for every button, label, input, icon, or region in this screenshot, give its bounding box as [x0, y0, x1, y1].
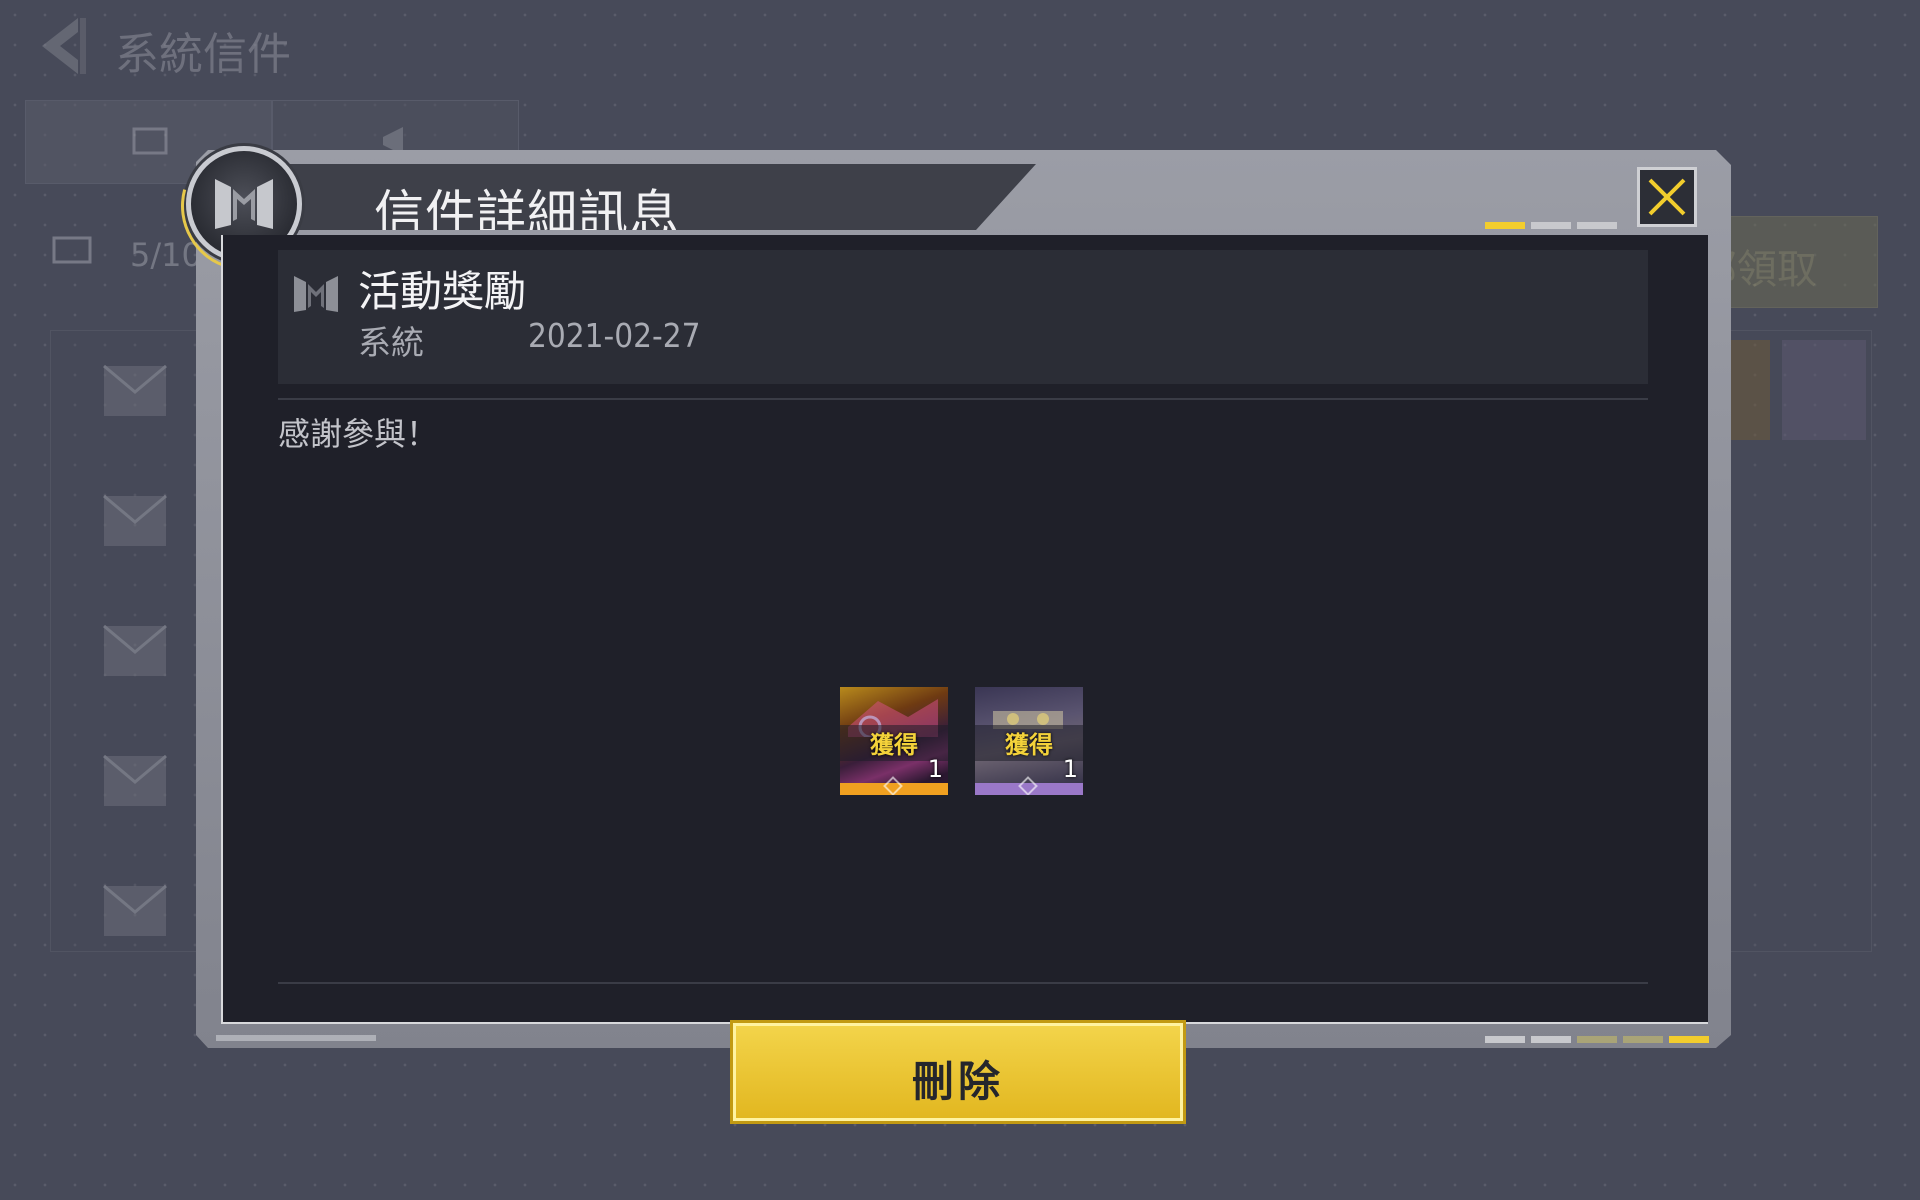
mail-content-panel: 活動獎勵 系統 2021-02-27 感謝參與！ 獲得 1 獲得 1 刪除 — [221, 235, 1708, 1124]
mailbox-icon — [52, 236, 92, 264]
envelope-icon[interactable] — [100, 358, 170, 424]
envelope-icon[interactable] — [100, 748, 170, 814]
envelope-icon[interactable] — [100, 488, 170, 554]
reward-quantity: 1 — [1062, 755, 1078, 783]
envelope-icon[interactable] — [100, 618, 170, 684]
reward-item[interactable]: 獲得 1 — [975, 687, 1083, 795]
divider — [278, 398, 1648, 400]
mail-header: 活動獎勵 系統 2021-02-27 — [278, 250, 1648, 384]
delete-button[interactable]: 刪除 — [730, 1020, 1186, 1124]
back-arrow-icon[interactable] — [30, 14, 90, 78]
close-icon — [1648, 178, 1686, 216]
top-page-indicator — [1485, 222, 1617, 229]
sender-logo-icon — [294, 276, 338, 312]
close-button[interactable] — [1637, 167, 1697, 227]
delete-label: 刪除 — [911, 1057, 1004, 1106]
frame-accent — [216, 1035, 376, 1041]
title-bar: 信件詳細訊息 — [256, 164, 1036, 230]
bottom-page-indicator — [1485, 1036, 1709, 1043]
logo-mark-icon — [215, 179, 273, 229]
mail-detail-modal: 信件詳細訊息 活動獎勵 系統 2021-02-27 感謝參與！ 獲得 1 獲得 … — [157, 117, 1731, 1124]
mail-sender: 系統 — [358, 323, 424, 362]
divider — [278, 982, 1648, 984]
reward-item[interactable]: 獲得 1 — [840, 687, 948, 795]
mail-body-text: 感謝參與！ — [278, 415, 439, 453]
mail-date: 2021-02-27 — [528, 316, 701, 355]
mail-title: 活動獎勵 — [358, 267, 527, 316]
screen-title: 系統信件 — [115, 29, 291, 80]
mail-icon — [132, 127, 168, 155]
envelope-icon[interactable] — [100, 878, 170, 944]
reward-quantity: 1 — [927, 755, 943, 783]
